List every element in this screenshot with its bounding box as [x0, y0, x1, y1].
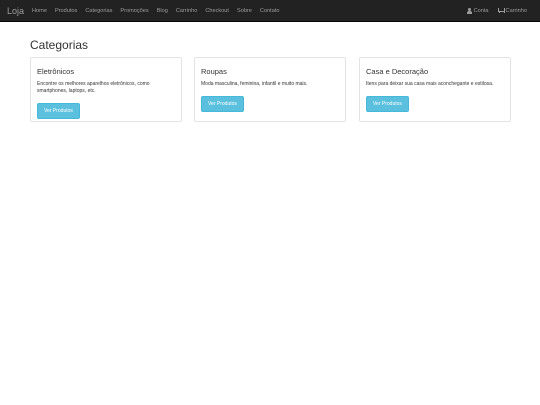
category-title: Casa e Decoração	[366, 67, 429, 76]
nav-link-categorias[interactable]: Categorias	[85, 8, 112, 14]
category-title: Eletrônicos	[37, 67, 75, 76]
nav-link-checkout[interactable]: Checkout	[205, 8, 229, 14]
top-navbar: Loja Home Produtos Categorias Promoções …	[0, 0, 540, 22]
nav-link-home[interactable]: Home	[32, 8, 47, 14]
cart-icon	[497, 8, 505, 13]
category-description: Itens para deixar sua casa mais aconcheg…	[366, 81, 494, 87]
cart-link[interactable]: Carrinho	[497, 7, 527, 14]
category-card-roupas: Roupas Moda masculina, feminina, infanti…	[194, 57, 346, 122]
nav-link-contato[interactable]: Contato	[260, 8, 280, 14]
category-card-casa-decoracao: Casa e Decoração Itens para deixar sua c…	[359, 57, 511, 122]
nav-link-promocoes[interactable]: Promoções	[120, 8, 148, 14]
nav-link-carrinho[interactable]: Carrinho	[176, 8, 197, 14]
category-title: Roupas	[201, 67, 227, 76]
account-label: Conta	[473, 7, 489, 14]
account-link[interactable]: Conta	[466, 7, 489, 14]
page-title: Categorias	[30, 38, 89, 52]
view-products-button[interactable]: Ver Produtos	[366, 96, 409, 113]
nav-link-produtos[interactable]: Produtos	[55, 8, 77, 14]
category-card-eletronicos: Eletrônicos Encontre os melhores aparelh…	[30, 57, 182, 122]
nav-link-sobre[interactable]: Sobre	[237, 8, 252, 14]
view-products-button[interactable]: Ver Produtos	[201, 96, 244, 113]
category-description: Moda masculina, feminina, infantil e mui…	[201, 81, 308, 87]
view-products-button[interactable]: Ver Produtos	[37, 103, 80, 120]
user-icon	[466, 7, 472, 14]
cart-label: Carrinho	[505, 7, 527, 14]
nav-links: Home Produtos Categorias Promoções Blog …	[32, 8, 288, 14]
category-description: Encontre os melhores aparelhos eletrônic…	[37, 81, 150, 95]
nav-right: Conta Carrinho	[458, 7, 527, 14]
brand-link[interactable]: Loja	[7, 6, 24, 16]
nav-link-blog[interactable]: Blog	[157, 8, 168, 14]
